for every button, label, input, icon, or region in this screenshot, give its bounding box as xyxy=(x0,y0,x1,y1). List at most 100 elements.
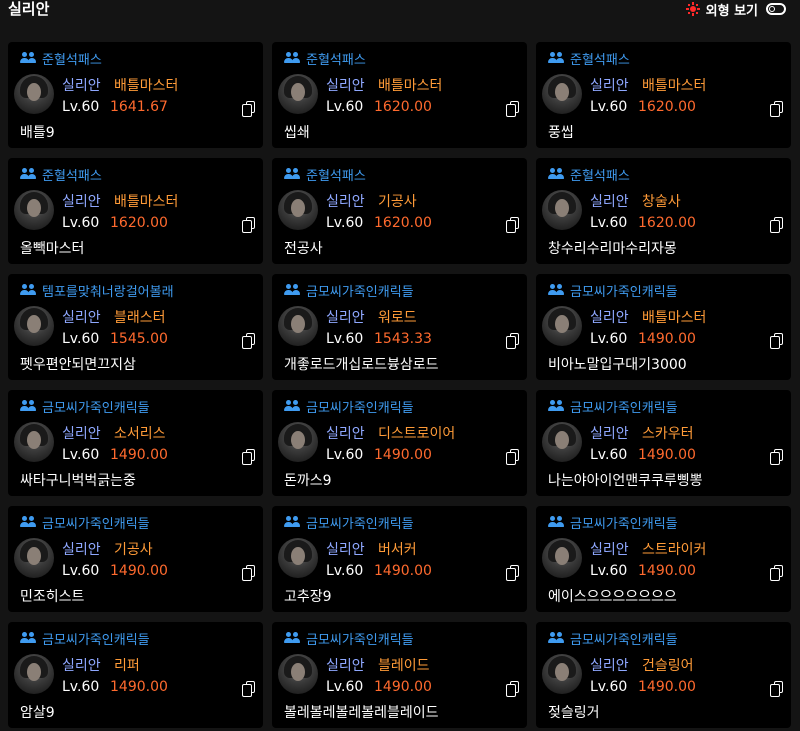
copy-icon[interactable] xyxy=(242,217,256,233)
appearance-toggle[interactable]: 외형 보기 xyxy=(685,0,786,19)
copy-icon[interactable] xyxy=(506,449,520,465)
avatar xyxy=(14,306,54,346)
guild-name[interactable]: 준혈석패스 xyxy=(42,49,102,68)
guild-name[interactable]: 금모씨가죽인캐릭들 xyxy=(306,281,414,300)
avatar xyxy=(14,422,54,462)
copy-icon[interactable] xyxy=(506,333,520,349)
toggle-icon[interactable] xyxy=(766,3,786,15)
character-card[interactable]: 준혈석패스 실리안 기공사 Lv.60 1620.00 전공사 xyxy=(272,158,527,264)
guild-name[interactable]: 금모씨가죽인캐릭들 xyxy=(306,629,414,648)
class-name: 버서커 xyxy=(378,542,417,558)
avatar xyxy=(542,654,582,694)
users-icon xyxy=(548,52,564,64)
copy-icon[interactable] xyxy=(770,565,784,581)
guild-name[interactable]: 금모씨가죽인캐릭들 xyxy=(42,513,150,532)
character-card[interactable]: 금모씨가죽인캐릭들 실리안 워로드 Lv.60 1543.33 개좋로드개십로드… xyxy=(272,274,527,380)
copy-icon[interactable] xyxy=(242,333,256,349)
item-level: 1490.00 xyxy=(374,447,432,463)
item-level: 1620.00 xyxy=(638,215,696,231)
character-card[interactable]: 준혈석패스 실리안 배틀마스터 Lv.60 1620.00 풍씹 xyxy=(536,42,791,148)
character-card[interactable]: 금모씨가죽인캐릭들 실리안 건슬링어 Lv.60 1490.00 젖슬링거 xyxy=(536,622,791,728)
guild-row: 금모씨가죽인캐릭들 xyxy=(548,629,678,648)
character-name: 창수리수리마수리자몽 xyxy=(548,241,677,257)
guild-name[interactable]: 금모씨가죽인캐릭들 xyxy=(570,397,678,416)
users-icon xyxy=(20,168,36,180)
copy-icon[interactable] xyxy=(242,681,256,697)
copy-icon[interactable] xyxy=(506,565,520,581)
guild-row: 금모씨가죽인캐릭들 xyxy=(284,629,414,648)
character-level: Lv.60 xyxy=(326,447,364,463)
guild-name[interactable]: 준혈석패스 xyxy=(42,165,102,184)
guild-name[interactable]: 금모씨가죽인캐릭들 xyxy=(306,397,414,416)
copy-icon[interactable] xyxy=(242,101,256,117)
guild-name[interactable]: 준혈석패스 xyxy=(306,49,366,68)
server-name: 실리안 xyxy=(590,194,629,210)
class-name: 스카우터 xyxy=(642,426,694,442)
guild-name[interactable]: 금모씨가죽인캐릭들 xyxy=(570,629,678,648)
class-name: 배틀마스터 xyxy=(642,310,707,326)
class-name: 배틀마스터 xyxy=(642,78,707,94)
character-level: Lv.60 xyxy=(62,447,100,463)
character-name: 싸타구니벅벅긁는중 xyxy=(20,473,136,489)
character-card[interactable]: 준혈석패스 실리안 배틀마스터 Lv.60 1620.00 씹쇄 xyxy=(272,42,527,148)
copy-icon[interactable] xyxy=(242,565,256,581)
item-level: 1490.00 xyxy=(110,447,168,463)
character-card[interactable]: 금모씨가죽인캐릭들 실리안 스트라이커 Lv.60 1490.00 에이스으으으… xyxy=(536,506,791,612)
avatar xyxy=(278,306,318,346)
copy-icon[interactable] xyxy=(506,217,520,233)
guild-name[interactable]: 금모씨가죽인캐릭들 xyxy=(306,513,414,532)
copy-icon[interactable] xyxy=(770,333,784,349)
item-level: 1545.00 xyxy=(110,331,168,347)
guild-name[interactable]: 금모씨가죽인캐릭들 xyxy=(42,397,150,416)
character-level: Lv.60 xyxy=(590,99,628,115)
server-name: 실리안 xyxy=(590,658,629,674)
character-card[interactable]: 템포를맞춰너랑걸어볼래 실리안 블래스터 Lv.60 1545.00 펫우편안되… xyxy=(8,274,263,380)
server-name: 실리안 xyxy=(326,194,365,210)
guild-name[interactable]: 금모씨가죽인캐릭들 xyxy=(570,281,678,300)
users-icon xyxy=(20,400,36,412)
character-name: 비아노말입구대기3000 xyxy=(548,357,687,373)
character-card[interactable]: 금모씨가죽인캐릭들 실리안 소서리스 Lv.60 1490.00 싸타구니벅벅긁… xyxy=(8,390,263,496)
character-name: 고추장9 xyxy=(284,589,332,605)
avatar xyxy=(542,538,582,578)
guild-name[interactable]: 준혈석패스 xyxy=(570,49,630,68)
users-icon xyxy=(548,632,564,644)
character-card[interactable]: 금모씨가죽인캐릭들 실리안 버서커 Lv.60 1490.00 고추장9 xyxy=(272,506,527,612)
character-card[interactable]: 금모씨가죽인캐릭들 실리안 리퍼 Lv.60 1490.00 암살9 xyxy=(8,622,263,728)
character-card[interactable]: 금모씨가죽인캐릭들 실리안 블레이드 Lv.60 1490.00 볼레볼레볼레볼… xyxy=(272,622,527,728)
copy-icon[interactable] xyxy=(770,449,784,465)
top-bar: 실리안 외형 보기 xyxy=(0,0,800,36)
copy-icon[interactable] xyxy=(506,101,520,117)
character-card[interactable]: 준혈석패스 실리안 배틀마스터 Lv.60 1641.67 배틀9 xyxy=(8,42,263,148)
guild-name[interactable]: 템포를맞춰너랑걸어볼래 xyxy=(42,281,174,300)
guild-name[interactable]: 금모씨가죽인캐릭들 xyxy=(570,513,678,532)
copy-icon[interactable] xyxy=(770,101,784,117)
character-level: Lv.60 xyxy=(62,331,100,347)
guild-name[interactable]: 준혈석패스 xyxy=(570,165,630,184)
copy-icon[interactable] xyxy=(770,217,784,233)
copy-icon[interactable] xyxy=(242,449,256,465)
copy-icon[interactable] xyxy=(506,681,520,697)
copy-icon[interactable] xyxy=(770,681,784,697)
character-card[interactable]: 준혈석패스 실리안 창술사 Lv.60 1620.00 창수리수리마수리자몽 xyxy=(536,158,791,264)
users-icon xyxy=(548,516,564,528)
item-level: 1490.00 xyxy=(374,679,432,695)
guild-row: 준혈석패스 xyxy=(548,49,630,68)
character-name: 젖슬링거 xyxy=(548,705,600,721)
character-card[interactable]: 금모씨가죽인캐릭들 실리안 스카우터 Lv.60 1490.00 나는야아이언맨… xyxy=(536,390,791,496)
character-card[interactable]: 준혈석패스 실리안 배틀마스터 Lv.60 1620.00 올빽마스터 xyxy=(8,158,263,264)
guild-name[interactable]: 금모씨가죽인캐릭들 xyxy=(42,629,150,648)
character-level: Lv.60 xyxy=(590,679,628,695)
avatar xyxy=(278,422,318,462)
avatar xyxy=(542,422,582,462)
users-icon xyxy=(20,516,36,528)
character-card[interactable]: 금모씨가죽인캐릭들 실리안 기공사 Lv.60 1490.00 민조히스트 xyxy=(8,506,263,612)
guild-name[interactable]: 준혈석패스 xyxy=(306,165,366,184)
server-name: 실리안 xyxy=(62,658,101,674)
class-name: 리퍼 xyxy=(114,658,140,674)
character-level: Lv.60 xyxy=(62,679,100,695)
users-icon xyxy=(284,284,300,296)
class-name: 스트라이커 xyxy=(642,542,707,558)
character-card[interactable]: 금모씨가죽인캐릭들 실리안 디스트로이어 Lv.60 1490.00 돈까스9 xyxy=(272,390,527,496)
character-card[interactable]: 금모씨가죽인캐릭들 실리안 배틀마스터 Lv.60 1490.00 비아노말입구… xyxy=(536,274,791,380)
